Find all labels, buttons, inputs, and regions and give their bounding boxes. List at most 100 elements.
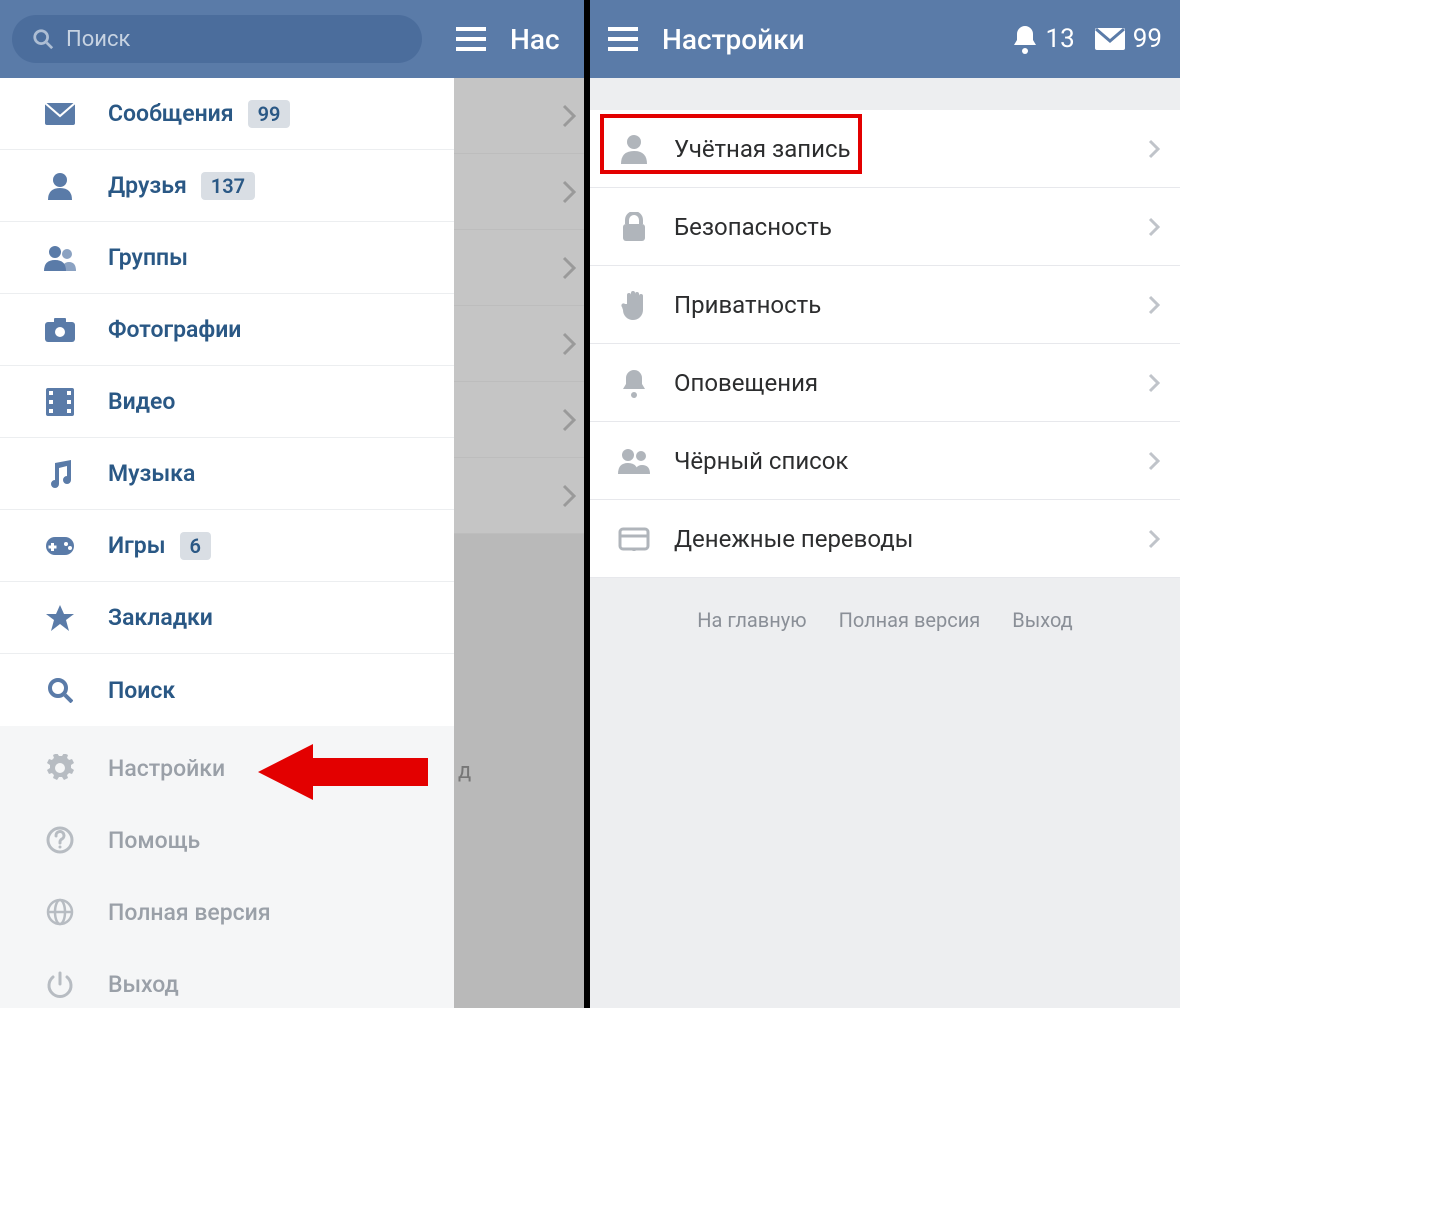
- footer-links: На главную Полная версия Выход: [590, 578, 1180, 662]
- bg-row[interactable]: [454, 306, 590, 382]
- background-overlay: д: [454, 78, 590, 1008]
- messages-indicator[interactable]: 99: [1095, 24, 1162, 54]
- footer-home-link[interactable]: На главную: [697, 608, 806, 632]
- bg-row[interactable]: [454, 382, 590, 458]
- chevron-right-icon: [1148, 217, 1160, 237]
- chevron-right-icon: [1148, 373, 1160, 393]
- settings-content: Учётная запись Безопасность: [590, 78, 1180, 1008]
- left-pane: Поиск Нас Сообщения 99 Друзья 137: [0, 0, 590, 1008]
- settings-label: Безопасность: [674, 213, 1148, 241]
- messages-icon: [42, 103, 78, 125]
- globe-icon: [42, 898, 78, 926]
- settings-label: Денежные переводы: [674, 525, 1148, 553]
- settings-item-account[interactable]: Учётная запись: [590, 110, 1180, 188]
- person-icon: [614, 134, 654, 164]
- mail-icon: [1095, 28, 1125, 50]
- menu-label: Закладки: [108, 604, 213, 631]
- menu-icon[interactable]: [456, 27, 486, 51]
- settings-label: Чёрный список: [674, 447, 1148, 475]
- notifications-indicator[interactable]: 13: [1012, 24, 1075, 54]
- badge: 137: [201, 172, 255, 200]
- power-icon: [42, 970, 78, 998]
- menu-label: Игры: [108, 532, 166, 559]
- bg-row[interactable]: [454, 154, 590, 230]
- people-icon: [614, 448, 654, 474]
- settings-item-payments[interactable]: Денежные переводы: [590, 500, 1180, 578]
- menu-label: Группы: [108, 244, 188, 271]
- settings-item-security[interactable]: Безопасность: [590, 188, 1180, 266]
- settings-item-blacklist[interactable]: Чёрный список: [590, 422, 1180, 500]
- gray-menu-section: Настройки Помощь Полная версия: [0, 726, 454, 1008]
- right-header: Настройки 13 99: [590, 0, 1180, 78]
- menu-item-settings[interactable]: Настройки: [0, 732, 454, 804]
- search-placeholder: Поиск: [66, 27, 130, 52]
- footer-logout-link[interactable]: Выход: [1012, 608, 1073, 632]
- settings-item-privacy[interactable]: Приватность: [590, 266, 1180, 344]
- footer-full-link[interactable]: Полная версия: [839, 608, 981, 632]
- friends-icon: [42, 172, 78, 200]
- search-icon: [42, 677, 78, 703]
- badge: 99: [248, 100, 291, 128]
- menu-label: Настройки: [108, 755, 225, 782]
- page-title: Настройки: [662, 23, 805, 56]
- menu-item-full-version[interactable]: Полная версия: [0, 876, 454, 948]
- settings-list: Учётная запись Безопасность: [590, 110, 1180, 578]
- search-icon: [32, 28, 54, 50]
- menu-item-search[interactable]: Поиск: [0, 654, 454, 726]
- menu-label: Сообщения: [108, 100, 234, 127]
- menu-label: Помощь: [108, 827, 200, 854]
- menu-label: Видео: [108, 388, 175, 415]
- help-icon: [42, 826, 78, 854]
- chevron-right-icon: [1148, 139, 1160, 159]
- menu-item-groups[interactable]: Группы: [0, 222, 454, 294]
- gamepad-icon: [42, 535, 78, 557]
- hand-icon: [614, 290, 654, 320]
- camera-icon: [42, 318, 78, 342]
- menu-label: Фотографии: [108, 316, 241, 343]
- right-pane: Настройки 13 99: [590, 0, 1180, 1008]
- menu-label: Полная версия: [108, 899, 271, 926]
- menu-item-music[interactable]: Музыка: [0, 438, 454, 510]
- chevron-right-icon: [1148, 529, 1160, 549]
- menu-label: Выход: [108, 971, 179, 998]
- settings-label: Учётная запись: [674, 135, 1148, 163]
- chevron-right-icon: [1148, 451, 1160, 471]
- msg-count: 99: [1133, 24, 1162, 54]
- menu-label: Друзья: [108, 172, 187, 199]
- groups-icon: [42, 245, 78, 271]
- menu-icon[interactable]: [608, 27, 638, 51]
- left-title-fragment: Нас: [510, 23, 560, 56]
- menu-label: Музыка: [108, 460, 195, 487]
- menu-item-logout[interactable]: Выход: [0, 948, 454, 1008]
- bg-row[interactable]: [454, 78, 590, 154]
- menu-item-messages[interactable]: Сообщения 99: [0, 78, 454, 150]
- settings-item-notifications[interactable]: Оповещения: [590, 344, 1180, 422]
- bell-icon: [614, 368, 654, 398]
- left-header: Поиск Нас: [0, 0, 584, 78]
- menu-item-friends[interactable]: Друзья 137: [0, 150, 454, 222]
- menu-item-games[interactable]: Игры 6: [0, 510, 454, 582]
- menu-item-help[interactable]: Помощь: [0, 804, 454, 876]
- settings-label: Оповещения: [674, 369, 1148, 397]
- side-menu: Сообщения 99 Друзья 137 Группы: [0, 78, 454, 1008]
- bg-row[interactable]: [454, 230, 590, 306]
- badge: 6: [180, 532, 211, 560]
- menu-item-photos[interactable]: Фотографии: [0, 294, 454, 366]
- bg-footer: д: [454, 534, 590, 1008]
- video-icon: [42, 388, 78, 416]
- menu-item-bookmarks[interactable]: Закладки: [0, 582, 454, 654]
- chevron-right-icon: [1148, 295, 1160, 315]
- bg-row[interactable]: [454, 458, 590, 534]
- music-icon: [42, 460, 78, 488]
- lock-icon: [614, 212, 654, 242]
- bg-text-fragment: д: [454, 759, 471, 784]
- menu-label: Поиск: [108, 677, 175, 704]
- card-icon: [614, 527, 654, 551]
- gear-icon: [42, 754, 78, 782]
- settings-label: Приватность: [674, 291, 1148, 319]
- notif-count: 13: [1046, 24, 1075, 54]
- star-icon: [42, 604, 78, 632]
- bell-icon: [1012, 24, 1038, 54]
- menu-item-video[interactable]: Видео: [0, 366, 454, 438]
- search-input[interactable]: Поиск: [12, 15, 422, 63]
